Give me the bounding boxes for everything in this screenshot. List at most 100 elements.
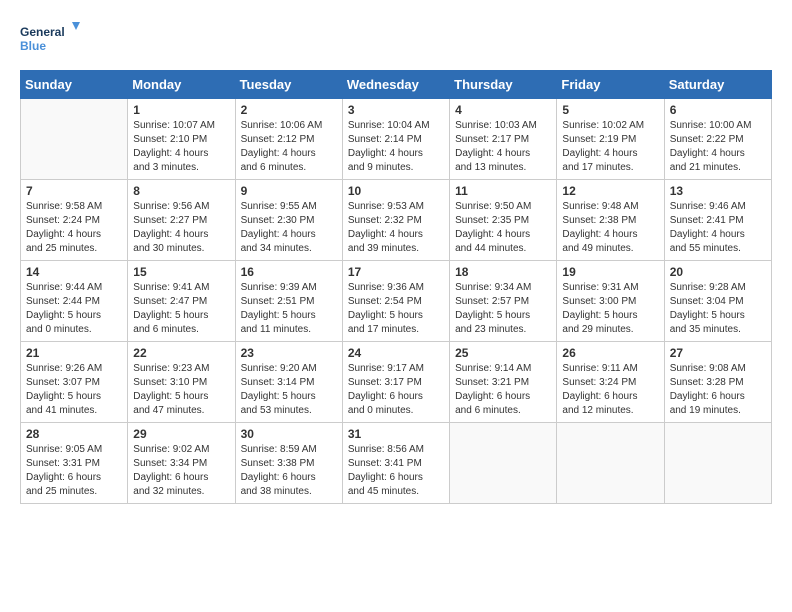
- calendar-cell: 9 Sunrise: 9:55 AM Sunset: 2:30 PM Daylig…: [235, 180, 342, 261]
- calendar-cell: [664, 423, 771, 504]
- cell-info: Sunrise: 9:26 AM Sunset: 3:07 PM Dayligh…: [26, 362, 122, 418]
- day-number: 15: [133, 265, 229, 279]
- calendar-cell: 29 Sunrise: 9:02 AM Sunset: 3:34 PM Dayli…: [128, 423, 235, 504]
- header-thursday: Thursday: [450, 71, 557, 99]
- calendar-cell: 31 Sunrise: 8:56 AM Sunset: 3:41 PM Dayli…: [342, 423, 449, 504]
- logo: General Blue: [20, 20, 80, 60]
- calendar-cell: 12 Sunrise: 9:48 AM Sunset: 2:38 PM Dayli…: [557, 180, 664, 261]
- header-tuesday: Tuesday: [235, 71, 342, 99]
- cell-info: Sunrise: 9:46 AM Sunset: 2:41 PM Dayligh…: [670, 200, 766, 256]
- day-number: 12: [562, 184, 658, 198]
- page-header: General Blue: [20, 20, 772, 60]
- calendar-cell: 1 Sunrise: 10:07 AM Sunset: 2:10 PM Dayli…: [128, 99, 235, 180]
- calendar-cell: 10 Sunrise: 9:53 AM Sunset: 2:32 PM Dayli…: [342, 180, 449, 261]
- calendar-cell: 5 Sunrise: 10:02 AM Sunset: 2:19 PM Dayli…: [557, 99, 664, 180]
- calendar-cell: 3 Sunrise: 10:04 AM Sunset: 2:14 PM Dayli…: [342, 99, 449, 180]
- calendar-cell: 28Sunrise: 9:05 AM Sunset: 3:31 PM Dayli…: [21, 423, 128, 504]
- day-number: 21: [26, 346, 122, 360]
- day-number: 10: [348, 184, 444, 198]
- day-number: 3: [348, 103, 444, 117]
- calendar-cell: 22 Sunrise: 9:23 AM Sunset: 3:10 PM Dayli…: [128, 342, 235, 423]
- calendar-cell: 26Sunrise: 9:11 AM Sunset: 3:24 PM Dayli…: [557, 342, 664, 423]
- cell-info: Sunrise: 9:44 AM Sunset: 2:44 PM Dayligh…: [26, 281, 122, 337]
- calendar-cell: 8 Sunrise: 9:56 AM Sunset: 2:27 PM Daylig…: [128, 180, 235, 261]
- day-number: 1: [133, 103, 229, 117]
- day-number: 9: [241, 184, 337, 198]
- calendar-cell: 2 Sunrise: 10:06 AM Sunset: 2:12 PM Dayli…: [235, 99, 342, 180]
- day-number: 17: [348, 265, 444, 279]
- day-number: 7: [26, 184, 122, 198]
- cell-info: Sunrise: 9:02 AM Sunset: 3:34 PM Dayligh…: [133, 443, 229, 499]
- calendar-cell: 16Sunrise: 9:39 AM Sunset: 2:51 PM Dayli…: [235, 261, 342, 342]
- day-number: 8: [133, 184, 229, 198]
- cell-info: Sunrise: 10:04 AM Sunset: 2:14 PM Daylig…: [348, 119, 444, 175]
- day-number: 11: [455, 184, 551, 198]
- cell-info: Sunrise: 9:34 AM Sunset: 2:57 PM Dayligh…: [455, 281, 551, 337]
- cell-info: Sunrise: 9:58 AM Sunset: 2:24 PM Dayligh…: [26, 200, 122, 256]
- cell-info: Sunrise: 9:08 AM Sunset: 3:28 PM Dayligh…: [670, 362, 766, 418]
- calendar-cell: 24 Sunrise: 9:17 AM Sunset: 3:17 PM Dayli…: [342, 342, 449, 423]
- day-number: 2: [241, 103, 337, 117]
- cell-info: Sunrise: 10:02 AM Sunset: 2:19 PM Daylig…: [562, 119, 658, 175]
- cell-info: Sunrise: 9:56 AM Sunset: 2:27 PM Dayligh…: [133, 200, 229, 256]
- day-number: 4: [455, 103, 551, 117]
- cell-info: Sunrise: 9:48 AM Sunset: 2:38 PM Dayligh…: [562, 200, 658, 256]
- cell-info: Sunrise: 8:59 AM Sunset: 3:38 PM Dayligh…: [241, 443, 337, 499]
- day-number: 14: [26, 265, 122, 279]
- svg-text:Blue: Blue: [20, 39, 46, 53]
- day-number: 19: [562, 265, 658, 279]
- day-number: 6: [670, 103, 766, 117]
- cell-info: Sunrise: 9:53 AM Sunset: 2:32 PM Dayligh…: [348, 200, 444, 256]
- header-friday: Friday: [557, 71, 664, 99]
- cell-info: Sunrise: 10:06 AM Sunset: 2:12 PM Daylig…: [241, 119, 337, 175]
- day-number: 5: [562, 103, 658, 117]
- day-number: 22: [133, 346, 229, 360]
- svg-text:General: General: [20, 25, 65, 39]
- calendar-cell: [557, 423, 664, 504]
- cell-info: Sunrise: 10:07 AM Sunset: 2:10 PM Daylig…: [133, 119, 229, 175]
- day-number: 27: [670, 346, 766, 360]
- cell-info: Sunrise: 10:00 AM Sunset: 2:22 PM Daylig…: [670, 119, 766, 175]
- calendar-cell: 20Sunrise: 9:28 AM Sunset: 3:04 PM Dayli…: [664, 261, 771, 342]
- header-row: SundayMondayTuesdayWednesdayThursdayFrid…: [21, 71, 772, 99]
- day-number: 13: [670, 184, 766, 198]
- cell-info: Sunrise: 9:05 AM Sunset: 3:31 PM Dayligh…: [26, 443, 122, 499]
- calendar-cell: 30 Sunrise: 8:59 AM Sunset: 3:38 PM Dayli…: [235, 423, 342, 504]
- cell-info: Sunrise: 9:17 AM Sunset: 3:17 PM Dayligh…: [348, 362, 444, 418]
- cell-info: Sunrise: 9:39 AM Sunset: 2:51 PM Dayligh…: [241, 281, 337, 337]
- calendar-cell: 6 Sunrise: 10:00 AM Sunset: 2:22 PM Dayli…: [664, 99, 771, 180]
- cell-info: Sunrise: 9:23 AM Sunset: 3:10 PM Dayligh…: [133, 362, 229, 418]
- day-number: 29: [133, 427, 229, 441]
- cell-info: Sunrise: 9:11 AM Sunset: 3:24 PM Dayligh…: [562, 362, 658, 418]
- calendar-cell: 11Sunrise: 9:50 AM Sunset: 2:35 PM Dayli…: [450, 180, 557, 261]
- calendar-cell: 7 Sunrise: 9:58 AM Sunset: 2:24 PM Daylig…: [21, 180, 128, 261]
- day-number: 18: [455, 265, 551, 279]
- day-number: 30: [241, 427, 337, 441]
- calendar-cell: 4 Sunrise: 10:03 AM Sunset: 2:17 PM Dayli…: [450, 99, 557, 180]
- week-row-2: 14 Sunrise: 9:44 AM Sunset: 2:44 PM Dayli…: [21, 261, 772, 342]
- week-row-1: 7 Sunrise: 9:58 AM Sunset: 2:24 PM Daylig…: [21, 180, 772, 261]
- cell-info: Sunrise: 8:56 AM Sunset: 3:41 PM Dayligh…: [348, 443, 444, 499]
- calendar-cell: 14 Sunrise: 9:44 AM Sunset: 2:44 PM Dayli…: [21, 261, 128, 342]
- week-row-0: 1 Sunrise: 10:07 AM Sunset: 2:10 PM Dayli…: [21, 99, 772, 180]
- cell-info: Sunrise: 9:36 AM Sunset: 2:54 PM Dayligh…: [348, 281, 444, 337]
- day-number: 31: [348, 427, 444, 441]
- cell-info: Sunrise: 9:14 AM Sunset: 3:21 PM Dayligh…: [455, 362, 551, 418]
- week-row-4: 28Sunrise: 9:05 AM Sunset: 3:31 PM Dayli…: [21, 423, 772, 504]
- calendar-cell: 15Sunrise: 9:41 AM Sunset: 2:47 PM Dayli…: [128, 261, 235, 342]
- calendar-cell: 17 Sunrise: 9:36 AM Sunset: 2:54 PM Dayli…: [342, 261, 449, 342]
- day-number: 24: [348, 346, 444, 360]
- calendar-table: SundayMondayTuesdayWednesdayThursdayFrid…: [20, 70, 772, 504]
- day-number: 20: [670, 265, 766, 279]
- calendar-cell: [450, 423, 557, 504]
- cell-info: Sunrise: 9:55 AM Sunset: 2:30 PM Dayligh…: [241, 200, 337, 256]
- calendar-cell: [21, 99, 128, 180]
- cell-info: Sunrise: 9:20 AM Sunset: 3:14 PM Dayligh…: [241, 362, 337, 418]
- logo-svg: General Blue: [20, 20, 80, 60]
- calendar-cell: 21 Sunrise: 9:26 AM Sunset: 3:07 PM Dayli…: [21, 342, 128, 423]
- calendar-cell: 13 Sunrise: 9:46 AM Sunset: 2:41 PM Dayli…: [664, 180, 771, 261]
- header-sunday: Sunday: [21, 71, 128, 99]
- header-monday: Monday: [128, 71, 235, 99]
- cell-info: Sunrise: 10:03 AM Sunset: 2:17 PM Daylig…: [455, 119, 551, 175]
- day-number: 23: [241, 346, 337, 360]
